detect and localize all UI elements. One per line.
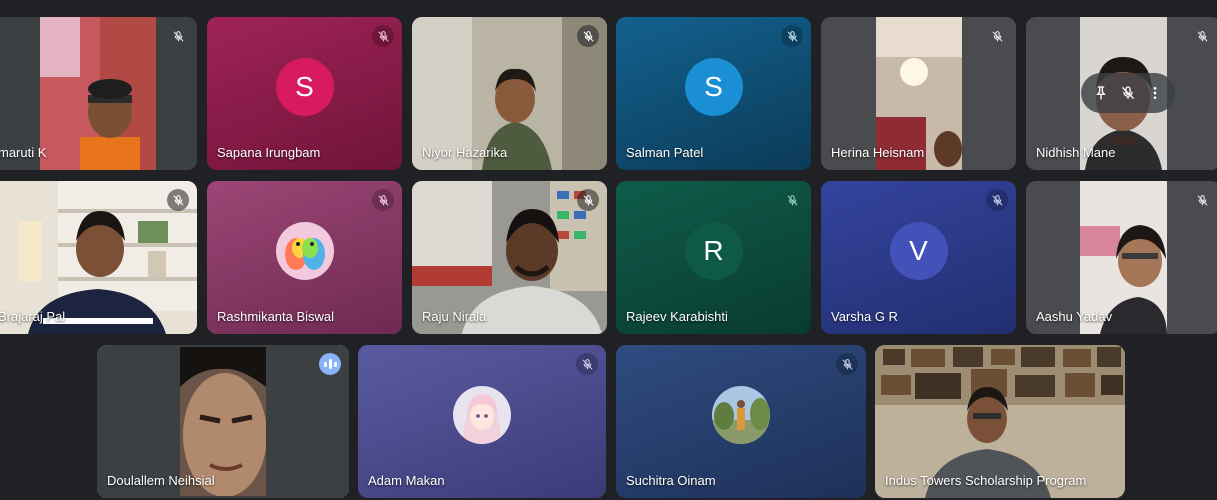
participant-tile[interactable]: R Rajeev Karabishti <box>616 181 811 334</box>
participant-tile[interactable]: maruti K <box>0 17 197 170</box>
mic-off-icon <box>986 25 1008 47</box>
meeting-grid: maruti K S Sapana Irungbam Niyor Hazarik… <box>0 0 1217 500</box>
participant-tile-speaking[interactable]: Doulallem Neihsial <box>97 345 349 498</box>
mic-off-icon <box>372 189 394 211</box>
avatar: V <box>889 222 948 281</box>
mic-off-icon[interactable] <box>1120 85 1136 101</box>
mic-off-icon <box>577 25 599 47</box>
participant-name: Aashu Yadav <box>1036 309 1113 324</box>
mic-off-icon <box>781 189 803 211</box>
participant-tile[interactable]: Herina Heisnam <box>821 17 1016 170</box>
participant-name: maruti K <box>0 145 47 160</box>
mic-off-icon <box>167 189 189 211</box>
mic-off-icon <box>1191 189 1213 211</box>
participant-tile[interactable]: Raju Nirala <box>412 181 607 334</box>
participant-name: Suchitra Oinam <box>626 473 716 488</box>
mic-off-icon <box>577 189 599 211</box>
mic-off-icon <box>372 25 394 47</box>
participant-tile[interactable]: Nidhish Mane <box>1026 17 1217 170</box>
participant-tile[interactable]: Brajaraj Pal <box>0 181 197 334</box>
participant-name: Herina Heisnam <box>831 145 925 160</box>
participant-name: Nidhish Mane <box>1036 145 1116 160</box>
participant-tile[interactable]: Adam Makan <box>358 345 606 498</box>
mic-off-icon <box>1191 25 1213 47</box>
avatar <box>712 386 770 445</box>
participant-name: Adam Makan <box>368 473 445 488</box>
participant-name: Brajaraj Pal <box>0 309 66 324</box>
participant-name: Rashmikanta Biswal <box>217 309 335 324</box>
participant-tile[interactable]: Suchitra Oinam <box>616 345 866 498</box>
more-vert-icon[interactable] <box>1147 85 1163 101</box>
participant-name: Indus Towers Scholarship Program <box>885 473 1087 488</box>
avatar <box>453 386 511 445</box>
tile-controls <box>1081 73 1175 113</box>
participant-tile[interactable]: Aashu Yadav <box>1026 181 1217 334</box>
mic-off-icon <box>576 353 598 375</box>
participant-tile[interactable]: Indus Towers Scholarship Program <box>875 345 1125 498</box>
participant-name: Raju Nirala <box>422 309 487 324</box>
participant-name: Varsha G R <box>831 309 898 324</box>
avatar: S <box>275 58 334 117</box>
mic-off-icon <box>986 189 1008 211</box>
mic-off-icon <box>167 25 189 47</box>
participant-name: Rajeev Karabishti <box>626 309 728 324</box>
mic-off-icon <box>836 353 858 375</box>
mic-off-icon <box>781 25 803 47</box>
participant-tile[interactable]: Niyor Hazarika <box>412 17 607 170</box>
pin-icon[interactable] <box>1093 85 1109 101</box>
participant-name: Niyor Hazarika <box>422 145 508 160</box>
avatar: R <box>684 222 743 281</box>
audio-level-icon <box>319 353 341 375</box>
participant-name: Sapana Irungbam <box>217 145 321 160</box>
participant-tile[interactable]: S Sapana Irungbam <box>207 17 402 170</box>
avatar: S <box>684 58 743 117</box>
video-feed <box>40 17 156 170</box>
participant-tile[interactable]: Rashmikanta Biswal <box>207 181 402 334</box>
participant-name: Doulallem Neihsial <box>107 473 215 488</box>
participant-tile[interactable]: V Varsha G R <box>821 181 1016 334</box>
participant-name: Salman Patel <box>626 145 704 160</box>
avatar <box>275 222 334 281</box>
participant-tile[interactable]: S Salman Patel <box>616 17 811 170</box>
